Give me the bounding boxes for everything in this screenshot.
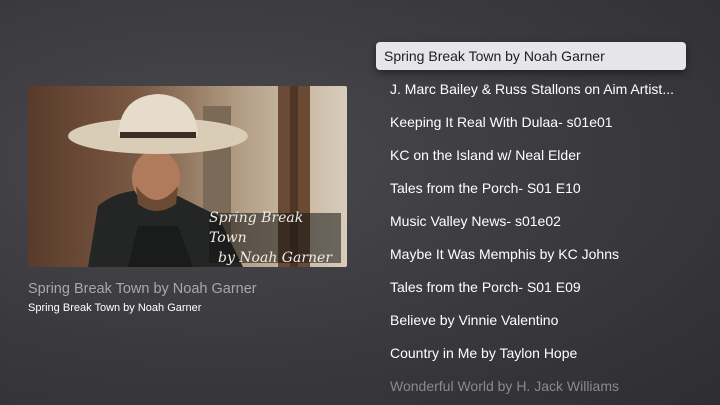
episode-item-tales-porch-e09[interactable]: Tales from the Porch- S01 E09 <box>376 273 686 301</box>
episode-item-kc-on-the-island[interactable]: KC on the Island w/ Neal Elder <box>376 141 686 169</box>
featured-thumbnail: Spring Break Town by Noah Garner <box>28 86 347 267</box>
thumbnail-caption-line1: Spring Break Town <box>209 210 304 246</box>
episode-item-spring-break-town[interactable]: Spring Break Town by Noah Garner <box>376 42 686 70</box>
episode-item-tales-porch-e10[interactable]: Tales from the Porch- S01 E10 <box>376 174 686 202</box>
thumbnail-caption-line2: by Noah Garner <box>217 250 333 266</box>
episode-item-keeping-it-real[interactable]: Keeping It Real With Dulaa- s01e01 <box>376 108 686 136</box>
episode-list: Spring Break Town by Noah Garner J. Marc… <box>376 42 686 405</box>
featured-title: Spring Break Town by Noah Garner <box>28 281 257 297</box>
episode-item-country-in-me[interactable]: Country in Me by Taylon Hope <box>376 339 686 367</box>
thumbnail-caption: Spring Break Town by Noah Garner <box>209 210 341 266</box>
episode-item-marc-bailey[interactable]: J. Marc Bailey & Russ Stallons on Aim Ar… <box>376 75 686 103</box>
episode-item-music-valley-news[interactable]: Music Valley News- s01e02 <box>376 207 686 235</box>
episode-item-believe[interactable]: Believe by Vinnie Valentino <box>376 306 686 334</box>
episode-item-maybe-memphis[interactable]: Maybe It Was Memphis by KC Johns <box>376 240 686 268</box>
featured-subtitle: Spring Break Town by Noah Garner <box>28 302 202 314</box>
episode-item-wonderful-world[interactable]: Wonderful World by H. Jack Williams <box>376 372 686 400</box>
